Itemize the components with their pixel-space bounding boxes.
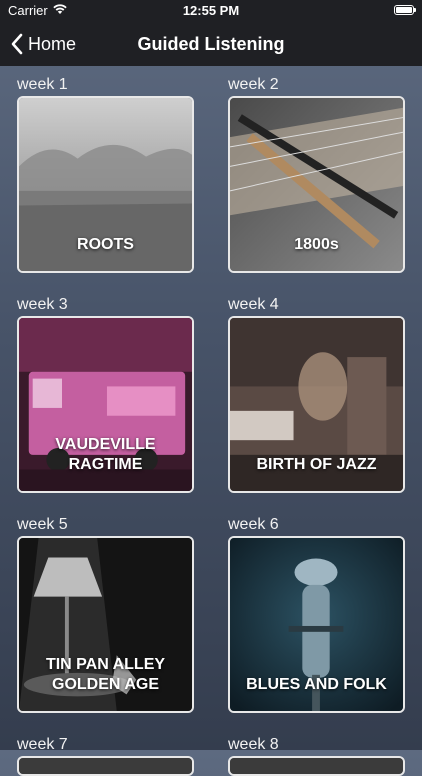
week-card-5: week 5 TIN PAN ALLEY GOLDEN AGE [17,514,194,713]
week-tile-birth-of-jazz[interactable]: BIRTH OF JAZZ [228,316,405,493]
battery-icon [394,5,416,15]
tile-title: BIRTH OF JAZZ [256,456,377,473]
week-tile-vaudeville-ragtime[interactable]: VAUDEVILLE RAGTIME [17,316,194,493]
week-tile-blues-and-folk[interactable]: BLUES AND FOLK [228,536,405,713]
week-tile-8[interactable] [228,756,405,776]
back-button-label: Home [28,33,77,54]
week-label: week 8 [228,736,279,753]
week-tile-tin-pan-alley[interactable]: TIN PAN ALLEY GOLDEN AGE [17,536,194,713]
tile-image [230,758,403,774]
week-card-2: week 2 1800s [228,74,405,273]
tile-title: VAUDEVILLE RAGTIME [55,436,156,473]
week-tile-roots[interactable]: ROOTS [17,96,194,273]
status-time: 12:55 PM [182,3,240,18]
week-label: week 7 [17,736,68,753]
week-card-3: week 3 VAUDEVILLE RAGTIME [17,294,194,493]
week-card-7: week 7 [17,734,194,776]
week-label: week 3 [17,296,68,313]
tile-title: TIN PAN ALLEY GOLDEN AGE [45,656,166,693]
week-card-4: week 4 BIRTH OF JAZZ [228,294,405,493]
back-button[interactable]: Home [10,30,76,58]
week-card-8: week 8 [228,734,405,776]
tile-title: 1800s [294,236,339,253]
status-bar: Carrier 12:55 PM [0,0,422,22]
week-tile-1800s[interactable]: 1800s [228,96,405,273]
week-label: week 5 [17,516,68,533]
navigation-bar: Guided Listening Home [0,22,422,66]
tile-title: BLUES AND FOLK [246,676,387,693]
tile-image [19,758,192,774]
week-label: week 2 [228,76,279,93]
week-card-6: week 6 BLUES AND FOLK [228,514,405,713]
week-tile-7[interactable] [17,756,194,776]
chevron-left-icon [10,33,24,55]
tile-title: ROOTS [77,236,134,253]
week-label: week 6 [228,516,279,533]
week-card-1: week 1 ROOTS [17,74,194,273]
week-label: week 1 [17,76,68,93]
week-label: week 4 [228,296,279,313]
